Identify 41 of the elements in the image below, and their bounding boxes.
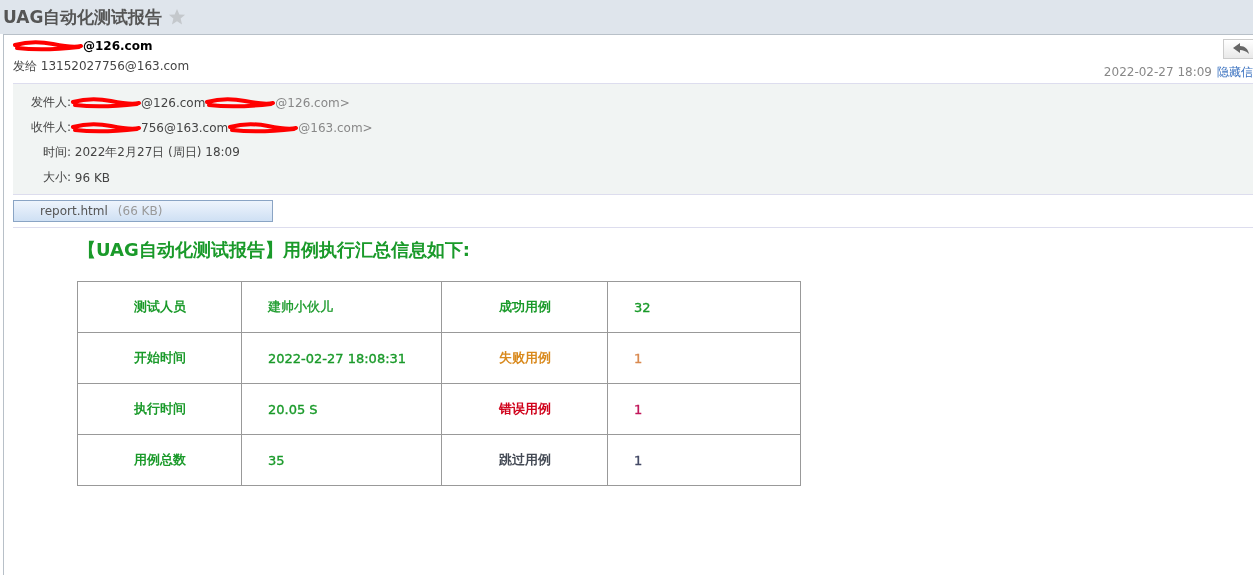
table-cell: 建帅小伙儿 — [241, 281, 442, 333]
table-cell: 1 — [607, 332, 801, 384]
detail-address: @163.com> — [298, 120, 373, 135]
table-cell: 跳过用例 — [441, 434, 608, 486]
table-cell: 失败用例 — [441, 332, 608, 384]
detail-label: 发件人: — [29, 94, 71, 111]
report-heading: 【UAG自动化测试报告】用例执行汇总信息如下: — [78, 238, 471, 262]
table-cell: 32 — [607, 281, 801, 333]
reply-button[interactable] — [1223, 39, 1253, 59]
sender-address: @126.com — [83, 39, 153, 53]
detail-label: 大小: — [41, 169, 71, 186]
window-title: UAG自动化测试报告 — [3, 5, 163, 29]
detail-label: 收件人: — [29, 119, 71, 136]
redaction-scribble — [71, 120, 141, 135]
table-cell: 1 — [607, 434, 801, 486]
table-cell: 测试人员 — [77, 281, 242, 333]
date-text: 2022-02-27 18:09 — [1103, 65, 1212, 79]
recipient-line: 发给 13152027756@163.com — [13, 58, 190, 75]
hide-info-link[interactable]: 隐藏信 — [1217, 65, 1253, 79]
table-cell: 成功用例 — [441, 281, 608, 333]
detail-value: @126.com — [141, 95, 206, 110]
star-icon[interactable] — [168, 8, 187, 26]
redaction-scribble — [205, 95, 276, 110]
reply-icon — [1233, 43, 1249, 55]
redaction-scribble — [71, 95, 141, 110]
detail-label: 时间: — [41, 144, 71, 161]
table-cell: 错误用例 — [441, 383, 608, 435]
table-cell: 2022-02-27 18:08:31 — [241, 332, 442, 384]
table-cell: 用例总数 — [77, 434, 242, 486]
table-cell: 35 — [241, 434, 442, 486]
detail-value: 756@163.com — [141, 120, 229, 135]
detail-value: 2022年2月27日 (周日) 18:09 — [74, 144, 240, 161]
table-cell: 1 — [607, 383, 801, 435]
redaction-scribble — [228, 120, 299, 135]
attachment-button[interactable]: report.html (66 KB) — [13, 200, 273, 222]
redaction-scribble — [13, 39, 83, 53]
table-cell: 执行时间 — [77, 383, 242, 435]
table-cell: 开始时间 — [77, 332, 242, 384]
table-cell: 20.05 S — [241, 383, 442, 435]
detail-value: 96 KB — [74, 170, 110, 185]
detail-address: @126.com> — [275, 95, 350, 110]
